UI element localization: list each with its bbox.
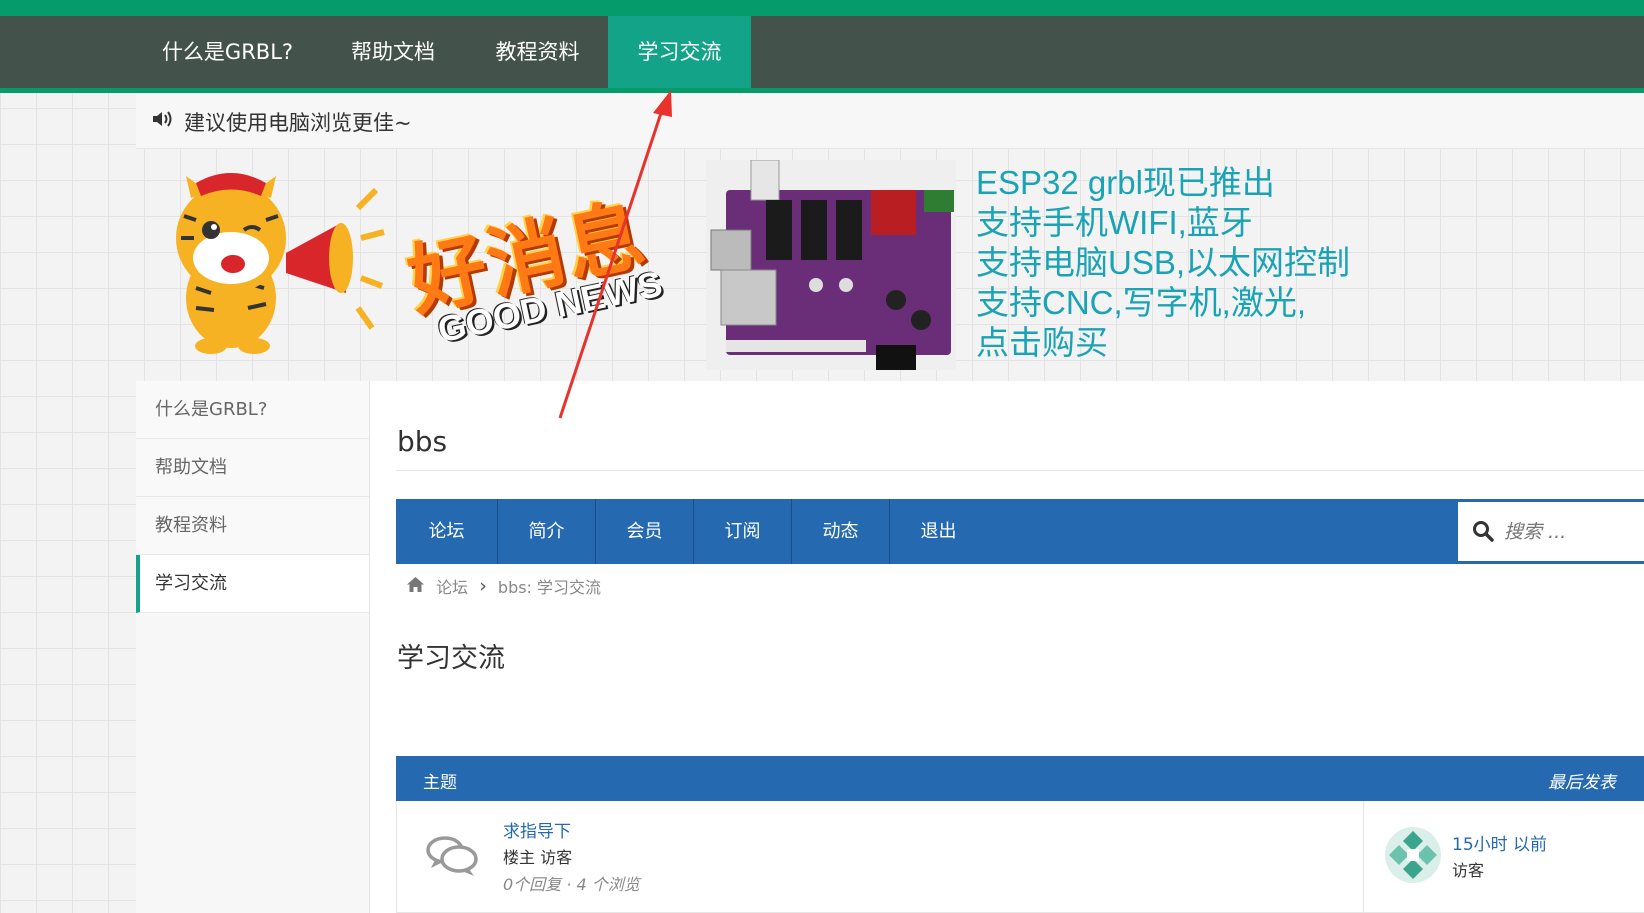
sidebar: 什么是GRBL? 帮助文档 教程资料 学习交流 [136, 381, 370, 913]
home-icon[interactable] [406, 576, 425, 597]
main-navbar: 什么是GRBL? 帮助文档 教程资料 学习交流 [0, 16, 1644, 93]
notice-text: 建议使用电脑浏览更佳~ [184, 111, 412, 135]
sidebar-item-learning-exchange[interactable]: 学习交流 [136, 555, 369, 613]
search-input[interactable] [1502, 514, 1641, 550]
breadcrumb-current: bbs: 学习交流 [497, 578, 602, 597]
nav-item-learning-exchange[interactable]: 学习交流 [608, 16, 751, 88]
forum-nav-forum[interactable]: 论坛 [396, 499, 498, 564]
breadcrumb: 论坛 › bbs: 学习交流 [406, 574, 601, 598]
forum-nav-bar: 论坛 简介 会员 订阅 动态 退出 [396, 499, 1644, 564]
header-topic: 主题 [423, 773, 457, 793]
sidebar-item-what-is-grbl[interactable]: 什么是GRBL? [136, 381, 369, 439]
speaker-icon [151, 110, 175, 133]
forum-nav-subscribe[interactable]: 订阅 [694, 499, 792, 564]
forum-nav-intro[interactable]: 简介 [498, 499, 596, 564]
search-icon[interactable] [1472, 520, 1494, 542]
top-accent-strip [0, 0, 1644, 16]
last-post-time[interactable]: 15小时 以前 [1452, 830, 1547, 855]
search-box[interactable] [1458, 502, 1644, 561]
nav-item-what-is-grbl[interactable]: 什么是GRBL? [136, 16, 319, 88]
banner-line-5: 点击购买 [976, 324, 1108, 361]
forum-nav-members[interactable]: 会员 [596, 499, 694, 564]
topic-stats: 0个回复 · 4 个浏览 [503, 875, 640, 894]
topic-title-link[interactable]: 求指导下 [503, 817, 571, 842]
topic-table-header: 主题 最后发表 [396, 756, 1644, 801]
circuit-board-image [706, 160, 956, 370]
forum-heading: 学习交流 [397, 643, 505, 674]
nav-item-tutorials[interactable]: 教程资料 [467, 16, 608, 88]
sidebar-item-help-docs[interactable]: 帮助文档 [136, 439, 369, 497]
avatar[interactable] [1385, 827, 1441, 883]
nav-item-help-docs[interactable]: 帮助文档 [319, 16, 467, 88]
forum-nav-activity[interactable]: 动态 [792, 499, 890, 564]
tiger-mascot-icon [176, 173, 385, 354]
topic-author: 楼主 访客 [503, 844, 572, 868]
promo-banner[interactable]: 好消息 GOOD NEWS ESP32 grbl现已推出 支持手机WIFI,蓝牙… [136, 148, 1644, 381]
author-label: 楼主 [503, 848, 536, 867]
table-row: 求指导下 楼主 访客 0个回复 · 4 个浏览 15小时 以前 访客 [396, 801, 1644, 913]
last-post-user: 访客 [1452, 861, 1485, 880]
title-divider [396, 470, 1644, 471]
main-content: bbs 论坛 简介 会员 订阅 动态 退出 论坛 › bbs: 学习交流 学习交… [370, 381, 1644, 913]
header-last-post: 最后发表 [1548, 773, 1616, 793]
author-name: 访客 [540, 848, 573, 867]
forum-nav-logout[interactable]: 退出 [890, 499, 987, 564]
breadcrumb-separator: › [479, 575, 487, 597]
notice-bar: 建议使用电脑浏览更佳~ [136, 93, 1644, 149]
chat-bubbles-icon [426, 836, 478, 876]
breadcrumb-home[interactable]: 论坛 [436, 574, 468, 598]
column-divider [1363, 801, 1364, 913]
page-title: bbs [397, 425, 448, 458]
sidebar-item-tutorials[interactable]: 教程资料 [136, 497, 369, 555]
